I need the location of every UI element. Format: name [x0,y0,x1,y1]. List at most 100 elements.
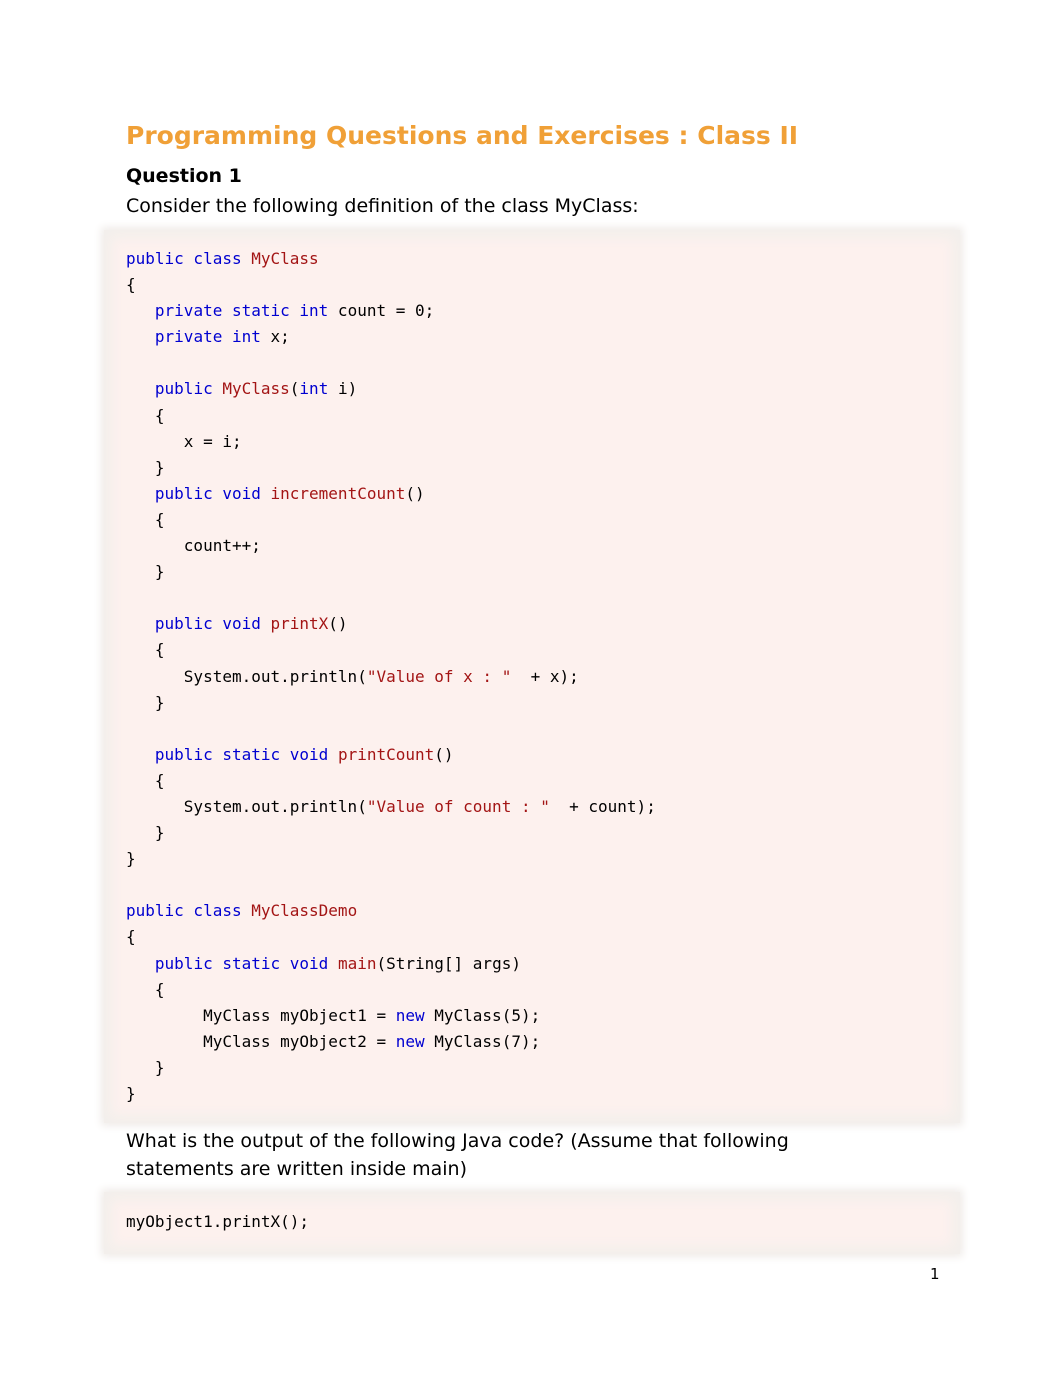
code-line: public void printX() [126,611,656,637]
code-line: { [126,272,656,298]
code-text: } [126,562,165,582]
document-title: Programming Questions and Exercises : Cl… [126,121,799,150]
code-line: System.out.println("Value of x : " + x); [126,664,656,690]
code-line: { [126,924,656,950]
code-text: x = i; [126,431,242,451]
code-line: } [126,559,656,585]
code-text: } [126,457,165,477]
code-keyword: public void [154,614,271,634]
code-text: } [126,849,136,869]
code-text: { [126,979,165,999]
code-text: () [405,483,425,503]
code-text: MyClass(5); [424,1005,541,1025]
question-text-line1: What is the output of the following Java… [126,1130,789,1152]
code-text: myObject1.printX(); [126,1212,310,1231]
code-keyword: public void [154,483,271,503]
code-text: () [434,744,454,764]
code-text: (String[] args) [376,953,521,973]
code-identifier: MyClass [222,379,290,399]
code-keyword: public static void [154,953,338,973]
code-text: System.out.println( [126,666,367,686]
code-line: x = i; [126,429,656,455]
code-keyword: public [154,379,223,399]
code-line: MyClass myObject1 = new MyClass(5); [126,1003,656,1029]
code-keyword: private static int [154,301,329,321]
code-text: MyClass(7); [424,1031,541,1051]
code-line: public void incrementCount() [126,481,656,507]
code-line: { [126,507,656,533]
code-text: x; [260,327,290,347]
code-keyword: public class [126,901,252,921]
code-text: { [126,770,165,790]
code-keyword: public class [126,249,252,268]
code-text: count++; [126,536,261,556]
code-line: { [126,977,656,1003]
code-line: { [126,637,656,663]
code-keyword: public static void [154,744,338,764]
code-identifier: printCount [337,744,435,764]
code-text: MyClass myObject1 = [126,1005,396,1025]
question-text-line2: statements are written inside main) [126,1158,467,1180]
code-line: MyClass myObject2 = new MyClass(7); [126,1029,656,1055]
code-line: private static int count = 0; [126,298,656,324]
code-identifier: MyClass [251,249,319,268]
code-line: public class MyClass [126,246,656,272]
code-identifier: MyClassDemo [251,901,358,921]
code-text: () [328,614,348,634]
code-text: } [126,823,165,843]
code-line: count++; [126,533,656,559]
page-number: 1 [930,1265,940,1283]
code-identifier: printX [270,614,329,634]
code-text: ( [289,379,300,399]
question-heading: Question 1 [126,165,242,187]
code-line: } [126,846,656,872]
code-text: count = 0; [328,301,435,321]
code-text: + count); [549,796,656,816]
code-block-statement: myObject1.printX(); [126,1209,309,1235]
code-line: public MyClass(int i) [126,376,656,402]
code-line: { [126,403,656,429]
code-text: } [126,692,165,712]
code-text: i) [328,379,358,399]
code-identifier: incrementCount [270,483,406,503]
code-text: { [126,927,136,947]
code-keyword: new [395,1005,425,1025]
code-string: "Value of x : " [366,666,512,686]
code-text: { [126,405,165,425]
code-line: } [126,1081,656,1107]
code-line: } [126,820,656,846]
code-line: public static void printCount() [126,742,656,768]
code-identifier: main [337,953,377,973]
code-keyword: new [395,1031,425,1051]
code-line: public class MyClassDemo [126,898,656,924]
code-text: MyClass myObject2 = [126,1031,396,1051]
code-text: { [126,509,165,529]
code-text: } [126,1057,165,1077]
code-text: System.out.println( [126,796,367,816]
code-line: myObject1.printX(); [126,1209,309,1235]
code-line: public static void main(String[] args) [126,951,656,977]
code-text: } [126,1084,136,1103]
code-text: { [126,275,136,295]
code-line: } [126,1055,656,1081]
code-line: } [126,690,656,716]
code-string: "Value of count : " [366,796,550,816]
code-line: private int x; [126,324,656,350]
code-line: System.out.println("Value of count : " +… [126,794,656,820]
code-block-class-definition: public class MyClass { private static int… [126,246,656,1107]
code-line: { [126,768,656,794]
question-intro: Consider the following definition of the… [126,195,639,217]
code-text: + x); [511,666,579,686]
code-keyword: private int [154,327,261,347]
